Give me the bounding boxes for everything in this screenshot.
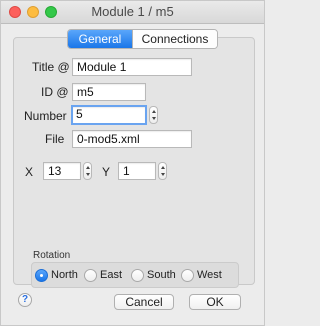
x-stepper[interactable]: [83, 162, 92, 180]
title-bar: Module 1 / m5: [1, 1, 264, 24]
y-label: Y: [102, 165, 111, 179]
x-label: X: [25, 165, 34, 179]
radio-unselected-icon: [84, 268, 97, 282]
rotation-west-label: West: [197, 269, 222, 281]
y-stepper[interactable]: [158, 162, 167, 180]
number-field[interactable]: 5: [71, 105, 147, 125]
tab-general[interactable]: General: [68, 30, 132, 48]
id-field[interactable]: m5: [72, 83, 146, 101]
ok-button[interactable]: OK: [189, 294, 241, 310]
tab-connections[interactable]: Connections: [132, 30, 217, 48]
rotation-south-radio[interactable]: South: [131, 268, 176, 282]
radio-unselected-icon: [181, 268, 194, 282]
rotation-north-radio[interactable]: North: [35, 268, 78, 282]
rotation-east-radio[interactable]: East: [84, 268, 122, 282]
title-label: Title @: [32, 60, 70, 74]
rotation-group: North East South West: [31, 262, 239, 288]
tab-bar: General Connections: [67, 29, 218, 49]
rotation-south-label: South: [147, 269, 176, 281]
rotation-north-label: North: [51, 269, 78, 281]
title-field[interactable]: Module 1: [72, 58, 192, 76]
help-button[interactable]: ?: [18, 293, 32, 307]
file-field[interactable]: 0-mod5.xml: [72, 130, 192, 148]
window-title: Module 1 / m5: [91, 4, 174, 19]
number-label: Number: [24, 109, 67, 123]
file-label: File: [45, 132, 65, 146]
module-dialog-window: Module 1 / m5 General Connections Title …: [0, 0, 265, 326]
rotation-west-radio[interactable]: West: [181, 268, 222, 282]
radio-unselected-icon: [131, 268, 144, 282]
x-field[interactable]: 13: [43, 162, 81, 180]
rotation-east-label: East: [100, 269, 123, 281]
y-field[interactable]: 1: [118, 162, 156, 180]
id-label: ID @: [41, 85, 69, 99]
cancel-button[interactable]: Cancel: [114, 294, 174, 310]
number-stepper[interactable]: [149, 106, 158, 124]
rotation-label: Rotation: [33, 250, 71, 261]
radio-selected-icon: [35, 268, 48, 282]
